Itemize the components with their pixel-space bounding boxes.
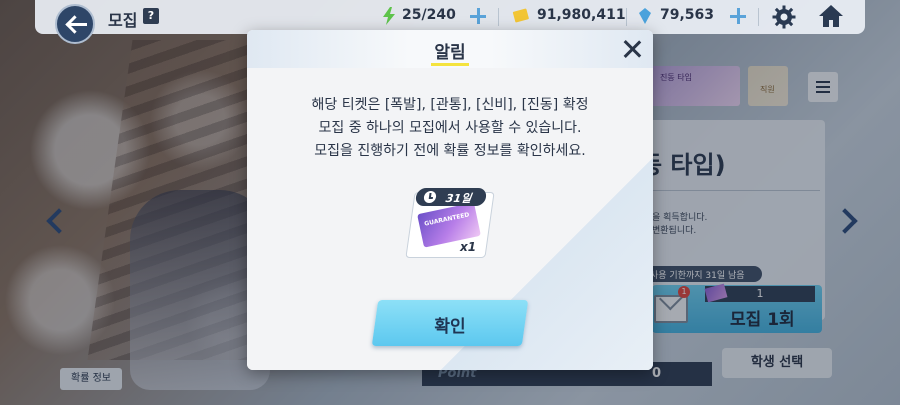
gem-icon xyxy=(639,8,651,24)
modal-message-line-3: 모집을 진행하기 전에 확률 정보를 확인하세요. xyxy=(314,143,586,159)
notice-modal: 알림 해당 티켓은 [폭발], [관통], [신비], [진동] 확정 모집 중… xyxy=(247,30,653,370)
confirm-button-label: 확인 xyxy=(434,317,466,337)
clock-icon xyxy=(423,191,437,203)
page-title: 모집 xyxy=(108,11,138,30)
modal-title-underline xyxy=(431,63,469,66)
modal-message-line-2: 모집 중 하나의 모집에서 사용할 수 있습니다. xyxy=(318,120,582,136)
credits-value: 91,980,411 xyxy=(537,7,626,23)
modal-title: 알림 xyxy=(434,43,466,63)
ticket-item[interactable]: GUARANTEED 31일 x1 xyxy=(405,188,495,258)
ap-value: 25/240 xyxy=(402,7,456,23)
ticket-timer-badge: 31일 xyxy=(414,188,488,206)
back-button[interactable] xyxy=(55,4,95,44)
home-icon[interactable] xyxy=(818,4,844,28)
credit-icon xyxy=(512,8,529,23)
ap-add-icon[interactable] xyxy=(468,6,488,26)
ap-lightning-icon xyxy=(383,7,395,25)
ticket-quantity: x1 xyxy=(460,240,477,254)
close-icon[interactable] xyxy=(621,38,643,60)
gear-icon[interactable] xyxy=(772,5,796,29)
ticket-timer-text: 31일 xyxy=(444,192,473,205)
gems-add-icon[interactable] xyxy=(728,6,748,26)
help-button[interactable]: ? xyxy=(143,8,159,24)
modal-message-line-1: 해당 티켓은 [폭발], [관통], [신비], [진동] 확정 xyxy=(311,97,589,113)
gems-value: 79,563 xyxy=(660,7,715,23)
modal-header: 알림 xyxy=(247,30,653,68)
